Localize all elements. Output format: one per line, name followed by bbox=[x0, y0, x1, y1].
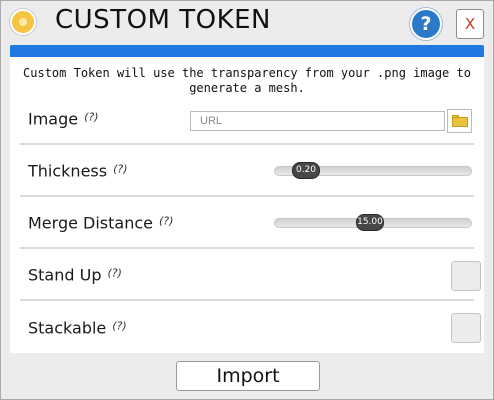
thickness-label: Thickness (?) bbox=[28, 162, 128, 181]
thickness-help-link[interactable]: (?) bbox=[113, 163, 127, 176]
folder-icon bbox=[452, 117, 468, 127]
settings-panel: Custom Token will use the transparency f… bbox=[10, 57, 484, 353]
merge-distance-help-link[interactable]: (?) bbox=[159, 215, 173, 228]
stand-up-label: Stand Up (?) bbox=[28, 266, 122, 285]
browse-button[interactable] bbox=[447, 109, 472, 133]
stackable-label: Stackable (?) bbox=[28, 319, 127, 338]
stackable-checkbox[interactable] bbox=[451, 313, 481, 343]
image-row: Image (?) bbox=[20, 95, 474, 145]
dialog-title: CUSTOM TOKEN bbox=[55, 5, 272, 35]
merge-distance-label-text: Merge Distance bbox=[28, 213, 153, 233]
merge-distance-row: Merge Distance (?) 15.00 bbox=[20, 199, 474, 249]
help-button[interactable]: ? bbox=[410, 8, 442, 40]
stackable-label-text: Stackable bbox=[28, 318, 107, 338]
thickness-slider[interactable]: 0.20 bbox=[274, 162, 472, 179]
accent-bar bbox=[10, 45, 484, 57]
stackable-help-link[interactable]: (?) bbox=[112, 320, 126, 333]
title-bar[interactable]: CUSTOM TOKEN ? X bbox=[1, 1, 493, 45]
merge-distance-label: Merge Distance (?) bbox=[28, 214, 173, 233]
token-icon-dot bbox=[19, 18, 27, 26]
import-button[interactable]: Import bbox=[176, 361, 320, 391]
thickness-label-text: Thickness bbox=[28, 161, 108, 181]
merge-distance-slider-handle[interactable]: 15.00 bbox=[356, 214, 384, 231]
stand-up-row: Stand Up (?) bbox=[20, 251, 481, 301]
merge-distance-slider[interactable]: 15.00 bbox=[274, 214, 472, 231]
image-label-text: Image bbox=[28, 109, 79, 129]
token-icon bbox=[10, 9, 36, 35]
close-button[interactable]: X bbox=[456, 9, 484, 39]
thickness-slider-handle[interactable]: 0.20 bbox=[292, 162, 320, 179]
stand-up-checkbox[interactable] bbox=[451, 261, 481, 291]
stand-up-help-link[interactable]: (?) bbox=[107, 267, 121, 280]
thickness-row: Thickness (?) 0.20 bbox=[20, 147, 474, 197]
stackable-row: Stackable (?) bbox=[20, 303, 481, 353]
stand-up-label-text: Stand Up bbox=[28, 265, 102, 285]
description-text: Custom Token will use the transparency f… bbox=[23, 66, 471, 95]
image-url-input[interactable] bbox=[190, 111, 445, 131]
custom-token-dialog: CUSTOM TOKEN ? X Custom Token will use t… bbox=[0, 0, 494, 400]
image-label: Image (?) bbox=[28, 110, 99, 129]
image-help-link[interactable]: (?) bbox=[84, 111, 98, 124]
